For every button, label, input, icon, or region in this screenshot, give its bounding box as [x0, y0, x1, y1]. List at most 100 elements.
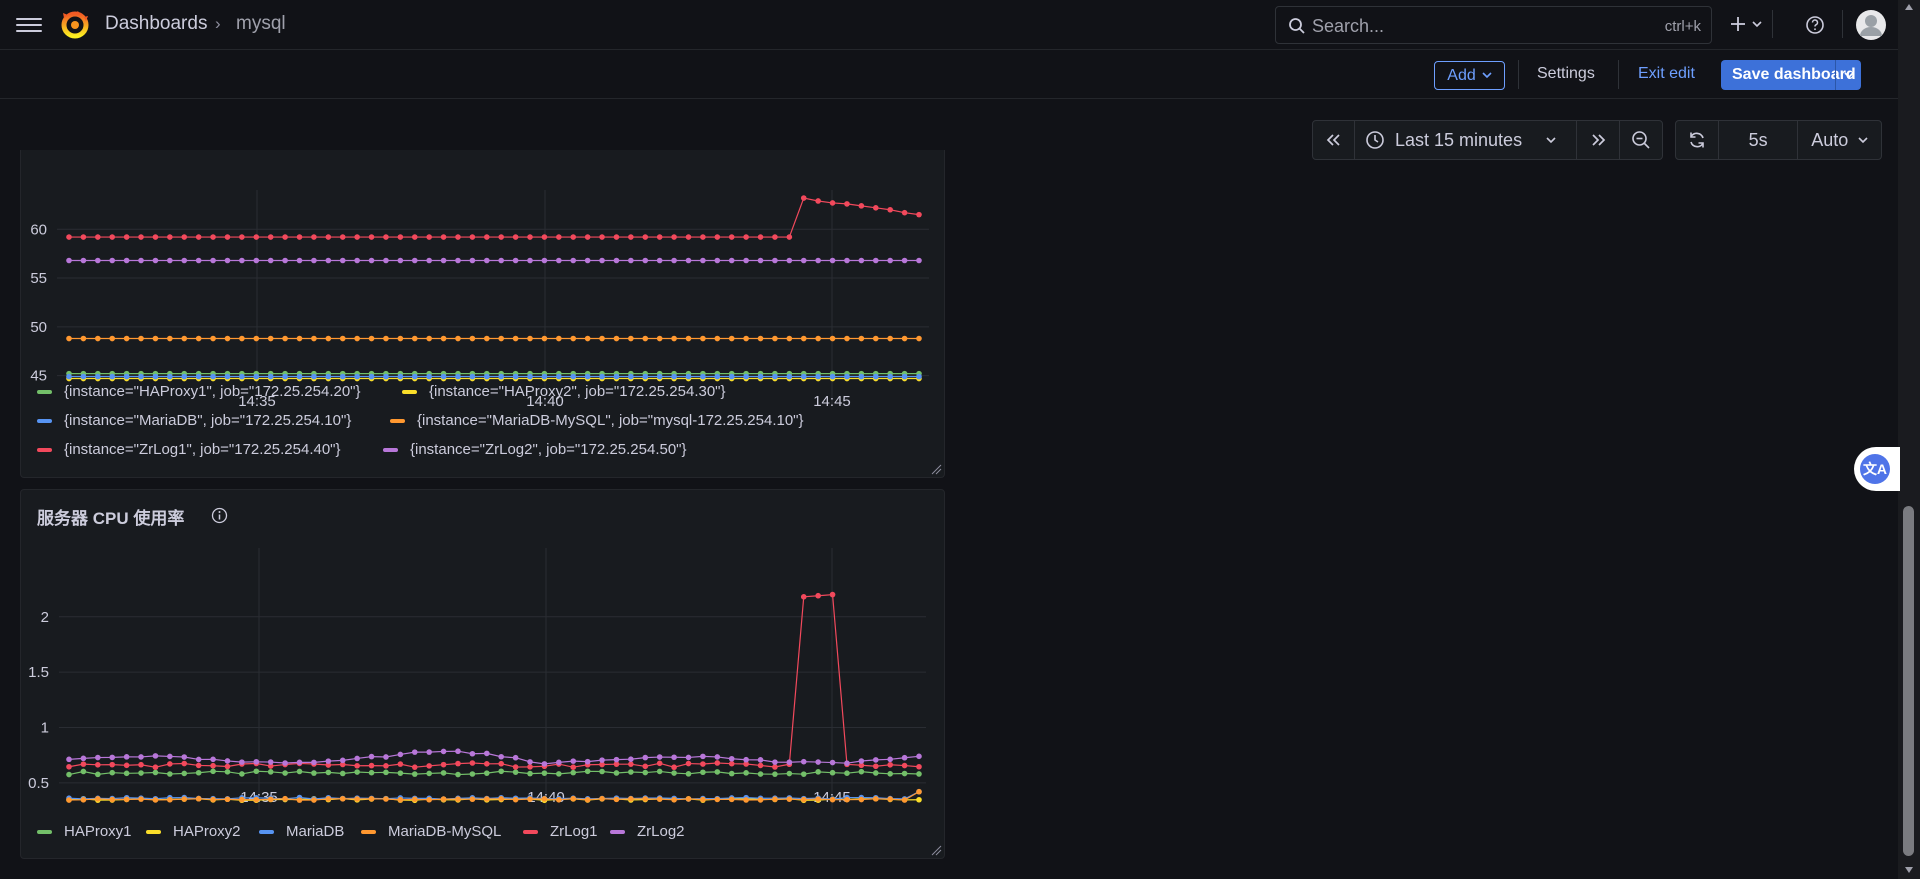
- data-point[interactable]: [757, 797, 764, 803]
- data-point[interactable]: [483, 796, 490, 802]
- data-point[interactable]: [613, 770, 620, 776]
- data-point[interactable]: [656, 796, 663, 802]
- data-point[interactable]: [440, 748, 447, 755]
- data-point[interactable]: [584, 758, 591, 765]
- data-point[interactable]: [728, 760, 735, 767]
- data-point[interactable]: [426, 770, 432, 777]
- data-point[interactable]: [858, 768, 865, 775]
- data-point[interactable]: [829, 759, 836, 766]
- avatar[interactable]: [1855, 9, 1887, 41]
- data-point[interactable]: [628, 761, 634, 767]
- data-point[interactable]: [354, 796, 360, 802]
- auto-refresh-dropdown[interactable]: Auto: [1798, 121, 1881, 159]
- data-point[interactable]: [181, 760, 188, 767]
- data-point[interactable]: [123, 762, 130, 769]
- data-point[interactable]: [728, 770, 735, 777]
- legend-item[interactable]: HAProxy1: [37, 823, 132, 840]
- data-point[interactable]: [152, 764, 159, 771]
- data-point[interactable]: [181, 754, 188, 760]
- data-point[interactable]: [253, 758, 260, 765]
- data-point[interactable]: [628, 769, 634, 775]
- data-point[interactable]: [527, 770, 533, 777]
- data-point[interactable]: [109, 796, 116, 803]
- legend-item[interactable]: {instance="MariaDB", job="172.25.254.10"…: [37, 412, 351, 429]
- data-point[interactable]: [267, 759, 274, 765]
- data-point[interactable]: [872, 796, 879, 802]
- data-point[interactable]: [109, 769, 116, 776]
- data-point[interactable]: [325, 796, 332, 802]
- data-point[interactable]: [743, 756, 749, 763]
- data-point[interactable]: [613, 756, 620, 763]
- data-point[interactable]: [671, 754, 677, 761]
- data-point[interactable]: [469, 760, 476, 766]
- refresh-interval-button[interactable]: 5s: [1719, 121, 1799, 159]
- data-point[interactable]: [685, 796, 692, 802]
- data-point[interactable]: [80, 796, 87, 803]
- data-point[interactable]: [426, 763, 432, 769]
- data-point[interactable]: [772, 796, 778, 803]
- data-point[interactable]: [858, 796, 865, 803]
- data-point[interactable]: [138, 796, 144, 802]
- data-point[interactable]: [541, 796, 548, 802]
- data-point[interactable]: [282, 760, 288, 766]
- data-point[interactable]: [728, 796, 735, 803]
- data-point[interactable]: [685, 771, 692, 777]
- data-point[interactable]: [368, 769, 375, 776]
- data-point[interactable]: [613, 796, 620, 803]
- data-point[interactable]: [253, 768, 260, 775]
- data-point[interactable]: [570, 758, 577, 764]
- data-point[interactable]: [512, 764, 519, 770]
- data-point[interactable]: [700, 796, 706, 803]
- data-point[interactable]: [311, 770, 317, 776]
- data-point[interactable]: [757, 757, 764, 763]
- data-point[interactable]: [700, 769, 706, 776]
- scroll-up-arrow-icon[interactable]: [1904, 3, 1914, 11]
- data-point[interactable]: [354, 762, 360, 769]
- legend-item[interactable]: HAProxy2: [146, 823, 241, 840]
- data-point[interactable]: [800, 771, 807, 777]
- data-point[interactable]: [483, 761, 490, 767]
- data-point[interactable]: [656, 754, 663, 760]
- data-point[interactable]: [916, 753, 922, 760]
- data-point[interactable]: [80, 768, 87, 775]
- legend-item[interactable]: ZrLog1: [523, 823, 598, 840]
- info-icon[interactable]: [211, 507, 228, 524]
- data-point[interactable]: [80, 755, 87, 762]
- data-point[interactable]: [872, 757, 879, 763]
- data-point[interactable]: [772, 771, 778, 777]
- data-point[interactable]: [210, 756, 216, 763]
- data-point[interactable]: [195, 762, 202, 769]
- data-point[interactable]: [138, 761, 144, 768]
- data-point[interactable]: [397, 796, 404, 803]
- data-point[interactable]: [844, 796, 850, 803]
- data-point[interactable]: [311, 797, 317, 803]
- data-point[interactable]: [469, 750, 476, 757]
- data-point[interactable]: [109, 754, 116, 761]
- data-point[interactable]: [296, 797, 303, 803]
- data-point[interactable]: [512, 796, 519, 803]
- data-point[interactable]: [901, 770, 908, 777]
- data-point[interactable]: [167, 771, 173, 777]
- data-point[interactable]: [426, 796, 432, 803]
- data-point[interactable]: [786, 759, 793, 766]
- data-point[interactable]: [66, 797, 72, 803]
- data-point[interactable]: [916, 788, 922, 795]
- data-point[interactable]: [800, 594, 807, 600]
- data-point[interactable]: [138, 754, 144, 760]
- data-point[interactable]: [570, 769, 577, 776]
- data-point[interactable]: [210, 768, 216, 775]
- data-point[interactable]: [527, 764, 533, 770]
- data-point[interactable]: [483, 770, 490, 776]
- data-point[interactable]: [152, 769, 159, 776]
- data-point[interactable]: [512, 754, 519, 761]
- data-point[interactable]: [383, 763, 389, 769]
- data-point[interactable]: [368, 795, 375, 802]
- data-point[interactable]: [239, 771, 245, 777]
- data-point[interactable]: [786, 770, 793, 777]
- data-point[interactable]: [95, 754, 101, 761]
- data-point[interactable]: [714, 754, 721, 760]
- data-point[interactable]: [498, 760, 505, 767]
- data-point[interactable]: [844, 760, 850, 766]
- data-point[interactable]: [195, 756, 202, 763]
- data-point[interactable]: [483, 750, 490, 757]
